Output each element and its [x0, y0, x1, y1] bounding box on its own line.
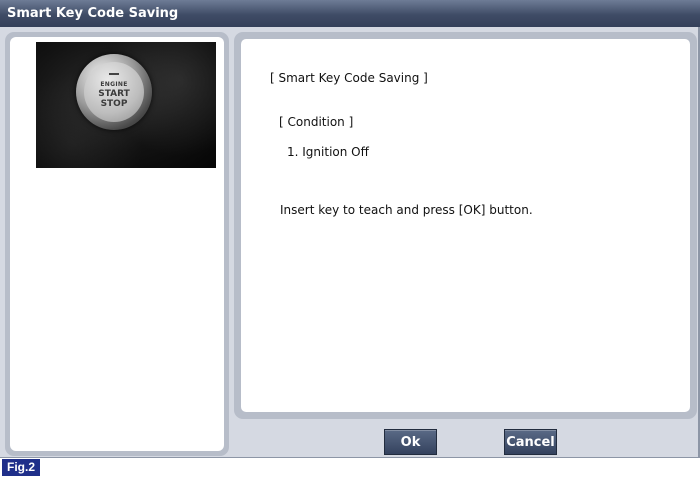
message-title: [ Smart Key Code Saving ]: [270, 71, 428, 85]
image-panel: ENGINE START STOP: [5, 32, 229, 456]
start-stop-button-ring: ENGINE START STOP: [76, 54, 152, 130]
image-panel-inner: ENGINE START STOP: [10, 37, 224, 451]
photo-text-start: START: [98, 89, 130, 99]
indicator-dash: [109, 73, 119, 75]
message-panel-inner: [ Smart Key Code Saving ] [ Condition ] …: [241, 39, 690, 412]
condition-item: 1. Ignition Off: [287, 145, 369, 159]
photo-text-engine: ENGINE: [100, 81, 128, 88]
cancel-button[interactable]: Cancel: [504, 429, 557, 455]
instruction-text: Insert key to teach and press [OK] butto…: [280, 203, 533, 217]
condition-header: [ Condition ]: [279, 115, 354, 129]
photo-text-stop: STOP: [100, 99, 128, 109]
engine-start-button-photo: ENGINE START STOP: [36, 42, 216, 168]
ok-button[interactable]: Ok: [384, 429, 437, 455]
dialog-window: Smart Key Code Saving ENGINE START STOP …: [0, 0, 700, 458]
message-panel: [ Smart Key Code Saving ] [ Condition ] …: [234, 32, 697, 419]
window-title: Smart Key Code Saving: [0, 0, 700, 27]
start-stop-button-face: ENGINE START STOP: [84, 62, 144, 122]
figure-label: Fig.2: [2, 459, 40, 476]
